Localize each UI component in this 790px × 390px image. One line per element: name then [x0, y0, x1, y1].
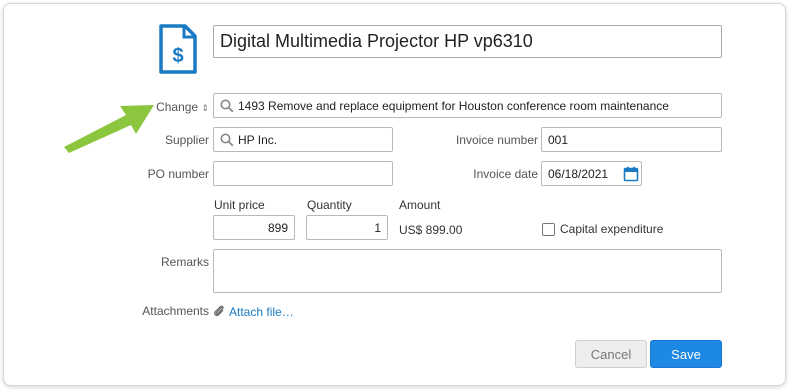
- amount-label: Amount: [399, 198, 441, 212]
- svg-text:$: $: [172, 45, 183, 67]
- quantity-label: Quantity: [307, 198, 352, 212]
- change-label[interactable]: Change ⇕: [120, 100, 209, 114]
- invoice-number-value: 001: [548, 132, 569, 147]
- sort-icon: ⇕: [201, 103, 209, 113]
- attach-file-link[interactable]: Attach file…: [213, 303, 294, 319]
- attachments-label: Attachments: [142, 304, 209, 318]
- unit-price-field[interactable]: 899: [213, 215, 295, 240]
- attach-file-link-text[interactable]: Attach file…: [229, 305, 294, 319]
- unit-price-value: 899: [267, 220, 288, 235]
- cancel-button[interactable]: Cancel: [575, 340, 647, 368]
- supplier-search-field[interactable]: HP Inc.: [213, 127, 393, 152]
- invoice-date-label: Invoice date: [473, 167, 538, 181]
- remarks-textarea[interactable]: [213, 249, 722, 293]
- title-input[interactable]: Digital Multimedia Projector HP vp6310: [213, 25, 722, 58]
- supplier-value: HP Inc.: [238, 132, 278, 147]
- amount-value: US$ 899.00: [399, 223, 463, 237]
- change-search-field[interactable]: 1493 Remove and replace equipment for Ho…: [213, 93, 722, 118]
- invoice-number-field[interactable]: 001: [541, 127, 722, 152]
- paperclip-icon: [214, 305, 224, 317]
- quantity-value: 1: [374, 220, 381, 235]
- capital-expenditure-option[interactable]: Capital expenditure: [542, 222, 663, 236]
- po-number-label: PO number: [147, 167, 209, 181]
- calendar-icon[interactable]: [623, 166, 639, 182]
- change-value: 1493 Remove and replace equipment for Ho…: [238, 98, 669, 113]
- title-text: Digital Multimedia Projector HP vp6310: [220, 31, 533, 51]
- capital-expenditure-checkbox[interactable]: [542, 222, 555, 236]
- remarks-label: Remarks: [160, 255, 209, 269]
- quantity-field[interactable]: 1: [306, 215, 388, 240]
- invoice-date-field[interactable]: 06/18/2021: [541, 161, 642, 186]
- search-icon: [220, 133, 234, 146]
- capital-expenditure-label: Capital expenditure: [560, 222, 664, 236]
- unit-price-label: Unit price: [214, 198, 265, 212]
- search-icon: [220, 99, 234, 112]
- invoice-number-label: Invoice number: [455, 133, 538, 147]
- invoice-dollar-icon: $: [159, 24, 197, 74]
- supplier-label: Supplier: [164, 133, 209, 147]
- po-number-field[interactable]: [213, 161, 393, 186]
- save-button[interactable]: Save: [650, 340, 722, 368]
- invoice-dialog: [3, 3, 786, 386]
- invoice-date-value: 06/18/2021: [548, 166, 609, 181]
